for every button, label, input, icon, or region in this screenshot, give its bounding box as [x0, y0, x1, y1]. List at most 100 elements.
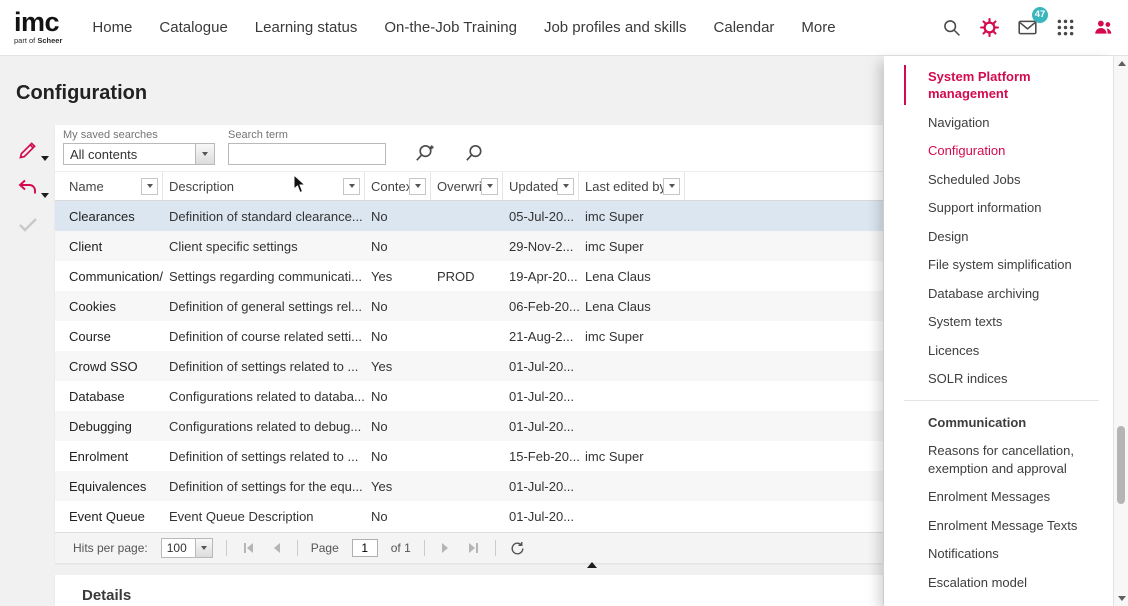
page-number-input[interactable]	[352, 539, 378, 557]
hits-per-page-value: 100	[162, 539, 195, 557]
sidebar-item-database-archiving[interactable]: Database archiving	[884, 279, 1113, 308]
column-header-context[interactable]: Context ...	[365, 172, 431, 200]
cell-last-edited-by: imc Super	[579, 329, 685, 344]
filter-dropdown-button[interactable]	[409, 178, 426, 195]
sidebar-item-enrolment-message-texts[interactable]: Enrolment Message Texts	[884, 511, 1113, 540]
sidebar-section-system-platform-management: System Platform management	[884, 62, 1113, 108]
apps-button[interactable]	[1054, 17, 1076, 39]
search-term-input[interactable]	[228, 143, 386, 165]
table-row[interactable]: Event Queue Event Queue Description No 0…	[55, 501, 883, 531]
sidebar-item-file-system-simplification[interactable]: File system simplification	[884, 251, 1113, 280]
sidebar-item-support-information[interactable]: Support information	[884, 194, 1113, 223]
nav-item-learning-status[interactable]: Learning status	[255, 19, 358, 36]
filter-dropdown-button[interactable]	[343, 178, 360, 195]
nav-item-calendar[interactable]: Calendar	[714, 19, 775, 36]
filter-dropdown-button[interactable]	[557, 178, 574, 195]
table-row[interactable]: Crowd SSO Definition of settings related…	[55, 351, 883, 381]
column-header-overwrite[interactable]: Overwrit...	[431, 172, 503, 200]
undo-menu-arrow-icon[interactable]	[41, 193, 49, 198]
table-row[interactable]: Database Configurations related to datab…	[55, 381, 883, 411]
logo-tagline: part of Scheer	[14, 36, 62, 45]
table-row[interactable]: Client Client specific settings No 29-No…	[55, 231, 883, 261]
saved-searches-select[interactable]: All contents	[63, 143, 215, 165]
scrollbar-down-arrow-icon[interactable]	[1118, 596, 1126, 601]
last-page-button[interactable]	[465, 543, 482, 553]
cell-description: Definition of general settings rel...	[163, 299, 365, 314]
sidebar-item-licences[interactable]: Licences	[884, 336, 1113, 365]
table-header-row: Name Description Context ... Overwrit...…	[55, 172, 883, 201]
column-header-updated[interactable]: Updated	[503, 172, 579, 200]
sidebar-item-configuration[interactable]: Configuration	[884, 137, 1113, 166]
edit-button[interactable]	[16, 138, 42, 164]
filter-dropdown-button[interactable]	[141, 178, 158, 195]
vertical-scrollbar[interactable]	[1113, 56, 1128, 606]
nav-item-on-the-job-training[interactable]: On-the-Job Training	[384, 19, 517, 36]
sidebar-item-reasons-for-cancellation[interactable]: Reasons for cancellation, exemption and …	[884, 437, 1113, 483]
cell-updated: 01-Jul-20...	[503, 359, 579, 374]
sidebar-item-system-texts[interactable]: System texts	[884, 308, 1113, 337]
sidebar-item-notifications[interactable]: Notifications	[884, 540, 1113, 569]
hits-per-page-select[interactable]: 100	[161, 538, 213, 558]
search-icon	[463, 142, 486, 165]
cell-name: Client	[63, 239, 163, 254]
refresh-button[interactable]	[509, 540, 526, 557]
cell-last-edited-by: imc Super	[579, 209, 685, 224]
nav-item-home[interactable]: Home	[92, 19, 132, 36]
top-navigation-bar: imc part of Scheer Home Catalogue Learni…	[0, 0, 1128, 56]
cell-context: Yes	[365, 479, 431, 494]
sidebar-item-design[interactable]: Design	[884, 222, 1113, 251]
next-page-button[interactable]	[438, 543, 452, 553]
messages-button[interactable]: 47	[1016, 17, 1038, 39]
cell-name: Database	[63, 389, 163, 404]
table-row[interactable]: Debugging Configurations related to debu…	[55, 411, 883, 441]
table-row[interactable]: Cookies Definition of general settings r…	[55, 291, 883, 321]
hits-per-page-dropdown-button[interactable]	[195, 539, 212, 557]
imc-logo[interactable]: imc part of Scheer	[14, 10, 62, 44]
scrollbar-up-arrow-icon[interactable]	[1118, 61, 1126, 66]
column-header-name[interactable]: Name	[63, 172, 163, 200]
sidebar-item-solr-indices[interactable]: SOLR indices	[884, 365, 1113, 394]
first-page-button[interactable]	[240, 543, 257, 553]
sidebar-item-navigation[interactable]: Navigation	[884, 108, 1113, 137]
sidebar-item-enrolment-messages[interactable]: Enrolment Messages	[884, 483, 1113, 512]
sidebar-item-scheduled-jobs[interactable]: Scheduled Jobs	[884, 165, 1113, 194]
undo-button[interactable]	[16, 175, 42, 201]
confirm-button[interactable]	[16, 212, 42, 238]
nav-item-job-profiles-and-skills[interactable]: Job profiles and skills	[544, 19, 687, 36]
community-button[interactable]	[1092, 17, 1114, 39]
edit-menu-arrow-icon[interactable]	[41, 156, 49, 161]
sidebar-item-escalation-model[interactable]: Escalation model	[884, 568, 1113, 597]
table-row[interactable]: Course Definition of course related sett…	[55, 321, 883, 351]
scrollbar-thumb[interactable]	[1117, 426, 1125, 504]
column-header-last-edited-by[interactable]: Last edited by	[579, 172, 685, 200]
first-page-icon	[244, 543, 246, 553]
filter-dropdown-button[interactable]	[663, 178, 680, 195]
advanced-search-button[interactable]	[413, 142, 436, 165]
search-term-field: Search term	[228, 129, 386, 165]
table-row[interactable]: Clearances Definition of standard cleara…	[55, 201, 883, 231]
cell-context: No	[365, 449, 431, 464]
run-search-button[interactable]	[463, 142, 486, 165]
undo-icon	[16, 175, 40, 199]
search-button[interactable]	[940, 17, 962, 39]
cell-description: Configurations related to debug...	[163, 419, 365, 434]
search-icon	[941, 17, 962, 38]
page-label: Page	[311, 541, 339, 555]
cell-last-edited-by: imc Super	[579, 449, 685, 464]
nav-item-more[interactable]: More	[801, 19, 835, 36]
table-row[interactable]: Communication/ Settings regarding commun…	[55, 261, 883, 291]
nav-item-catalogue[interactable]: Catalogue	[159, 19, 227, 36]
chevron-down-icon	[415, 184, 421, 188]
previous-page-button[interactable]	[270, 543, 284, 553]
settings-button[interactable]	[978, 17, 1000, 39]
table-row[interactable]: Enrolment Definition of settings related…	[55, 441, 883, 471]
mail-count-badge: 47	[1032, 7, 1048, 23]
filter-dropdown-button[interactable]	[481, 178, 498, 195]
cell-updated: 06-Feb-20...	[503, 299, 579, 314]
scroll-up-arrow-icon[interactable]	[587, 562, 597, 568]
separator	[495, 540, 496, 556]
table-row[interactable]: Equivalences Definition of settings for …	[55, 471, 883, 501]
saved-searches-dropdown-button[interactable]	[195, 144, 214, 164]
saved-searches-field: My saved searches All contents	[63, 129, 215, 165]
column-header-description[interactable]: Description	[163, 172, 365, 200]
